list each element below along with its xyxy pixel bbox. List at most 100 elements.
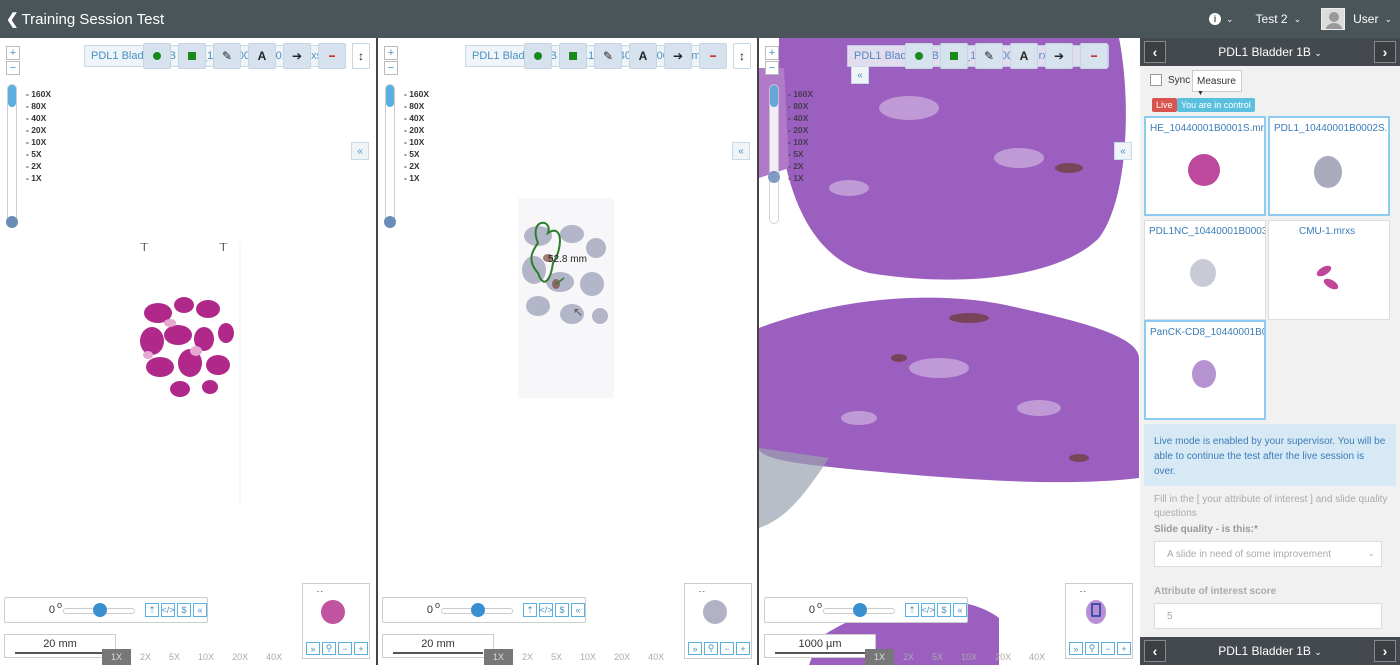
slide-card[interactable]: PDL1NC_10440001B0003S.mrxs <box>1144 220 1266 320</box>
zoom-out-button[interactable]: − <box>384 61 398 75</box>
minus-icon[interactable]: − <box>720 642 734 655</box>
zoom-5x-button[interactable]: 5X <box>542 649 571 665</box>
collapse-icon[interactable]: « <box>193 603 207 617</box>
expand-navigator-icon[interactable]: » <box>688 642 702 655</box>
plus-icon[interactable]: + <box>736 642 750 655</box>
collapse-icon[interactable]: « <box>571 603 585 617</box>
zoom-40x-button[interactable]: 40X <box>257 649 291 665</box>
navigator-thumbnail[interactable]: - - » ⚲ − + <box>1065 583 1133 659</box>
expand-icon[interactable]: ↕ <box>733 43 751 69</box>
zoom-10x-button[interactable]: 10X <box>571 649 605 665</box>
measure-dropdown[interactable]: Measure ▼ <box>1192 70 1242 97</box>
minus-icon[interactable]: − <box>1101 642 1115 655</box>
code-icon[interactable]: </> <box>539 603 553 617</box>
rotation-slider-handle[interactable] <box>853 603 867 617</box>
zoom-slider[interactable] <box>6 84 18 228</box>
zoom-in-button[interactable]: + <box>6 46 20 60</box>
dollar-icon[interactable]: $ <box>177 603 191 617</box>
text-tool-icon[interactable]: A <box>248 43 276 69</box>
slide-card[interactable]: HE_10440001B0001S.mrxs <box>1144 116 1266 216</box>
freehand-tool-icon[interactable]: ✎ <box>213 43 241 69</box>
text-tool-icon[interactable]: A <box>1010 43 1038 69</box>
freehand-tool-icon[interactable]: ✎ <box>594 43 622 69</box>
collapse-toolbar-icon[interactable]: « <box>351 142 369 160</box>
zoom-slider-handle[interactable] <box>768 171 780 183</box>
delete-tool-icon[interactable]: − <box>1080 43 1108 69</box>
pin-icon[interactable]: ⚲ <box>322 642 336 655</box>
expand-navigator-icon[interactable]: » <box>1069 642 1083 655</box>
rotation-slider-handle[interactable] <box>93 603 107 617</box>
zoom-in-button[interactable]: + <box>765 46 779 60</box>
case-selector[interactable]: PDL1 Bladder 1B ⌄ <box>1140 45 1400 59</box>
sync-checkbox[interactable] <box>1150 74 1162 86</box>
zoom-5x-button[interactable]: 5X <box>160 649 189 665</box>
zoom-1x-button[interactable]: 1X <box>484 649 514 665</box>
zoom-10x-button[interactable]: 10X <box>189 649 223 665</box>
zoom-slider[interactable] <box>384 84 396 228</box>
zoom-20x-button[interactable]: 20X <box>605 649 639 665</box>
zoom-out-button[interactable]: − <box>6 61 20 75</box>
case-selector[interactable]: PDL1 Bladder 1B ⌄ <box>1140 644 1400 658</box>
upload-icon[interactable]: ⇡ <box>905 603 919 617</box>
zoom-1x-button[interactable]: 1X <box>865 649 895 665</box>
zoom-slider-handle[interactable] <box>384 216 396 228</box>
chevron-down-icon[interactable]: ⌄ <box>1384 14 1392 25</box>
delete-tool-icon[interactable]: − <box>318 43 346 69</box>
viewer-3[interactable]: + − PDL1 Bladder 1B - CK_10440001B.mrxs … <box>759 38 1139 665</box>
circle-tool-icon[interactable] <box>524 43 552 69</box>
zoom-2x-button[interactable]: 2X <box>513 649 542 665</box>
zoom-slider-handle[interactable] <box>6 216 18 228</box>
zoom-5x-button[interactable]: 5X <box>923 649 952 665</box>
slide-card[interactable]: CMU-1.mrxs <box>1268 220 1390 320</box>
collapse-toolbar-icon[interactable]: « <box>851 66 869 84</box>
rectangle-tool-icon[interactable] <box>178 43 206 69</box>
freehand-tool-icon[interactable]: ✎ <box>975 43 1003 69</box>
zoom-2x-button[interactable]: 2X <box>894 649 923 665</box>
viewer-1[interactable]: + − PDL1 Bladder 1B - HE_10440001B0001S.… <box>0 38 377 665</box>
code-icon[interactable]: </> <box>161 603 175 617</box>
collapse-icon[interactable]: « <box>953 603 967 617</box>
chevron-down-icon[interactable]: ⌄ <box>1294 14 1302 25</box>
test-selector[interactable]: Test 2 <box>1256 12 1288 26</box>
viewer-2[interactable]: + − PDL1 Bladder 1B - PDL1_10440001B0002… <box>378 38 758 665</box>
attribute-score-input[interactable]: 5 <box>1154 603 1382 629</box>
arrow-tool-icon[interactable]: ➔ <box>664 43 692 69</box>
info-icon[interactable]: i <box>1209 13 1221 25</box>
minus-icon[interactable]: − <box>338 642 352 655</box>
plus-icon[interactable]: + <box>1117 642 1131 655</box>
zoom-20x-button[interactable]: 20X <box>986 649 1020 665</box>
next-case-button[interactable]: › <box>1374 640 1396 662</box>
zoom-10x-button[interactable]: 10X <box>952 649 986 665</box>
pin-icon[interactable]: ⚲ <box>704 642 718 655</box>
slide-card[interactable]: PanCK-CD8_10440001B0004S.mrxs <box>1144 320 1266 420</box>
chevron-down-icon[interactable]: ⌄ <box>1226 14 1234 25</box>
rectangle-tool-icon[interactable] <box>940 43 968 69</box>
arrow-tool-icon[interactable]: ➔ <box>1045 43 1073 69</box>
circle-tool-icon[interactable] <box>143 43 171 69</box>
rectangle-tool-icon[interactable] <box>559 43 587 69</box>
expand-icon[interactable]: ↕ <box>352 43 370 69</box>
plus-icon[interactable]: + <box>354 642 368 655</box>
collapse-panel-icon[interactable]: « <box>1114 142 1132 160</box>
dollar-icon[interactable]: $ <box>937 603 951 617</box>
zoom-out-button[interactable]: − <box>765 61 779 75</box>
text-tool-icon[interactable]: A <box>629 43 657 69</box>
collapse-toolbar-icon[interactable]: « <box>732 142 750 160</box>
zoom-2x-button[interactable]: 2X <box>131 649 160 665</box>
zoom-in-button[interactable]: + <box>384 46 398 60</box>
avatar[interactable] <box>1321 8 1346 30</box>
zoom-slider[interactable] <box>768 84 780 224</box>
user-menu[interactable]: User <box>1353 12 1378 26</box>
navigator-thumbnail[interactable]: - - » ⚲ − + <box>302 583 370 659</box>
rotation-slider-handle[interactable] <box>471 603 485 617</box>
zoom-40x-button[interactable]: 40X <box>639 649 673 665</box>
navigator-thumbnail[interactable]: - - » ⚲ − + <box>684 583 752 659</box>
measurement-annotation[interactable]: 52.8 mm <box>548 254 587 265</box>
circle-tool-icon[interactable] <box>905 43 933 69</box>
code-icon[interactable]: </> <box>921 603 935 617</box>
back-title[interactable]: ❮ Training Session Test <box>6 10 164 28</box>
upload-icon[interactable]: ⇡ <box>523 603 537 617</box>
upload-icon[interactable]: ⇡ <box>145 603 159 617</box>
delete-tool-icon[interactable]: − <box>699 43 727 69</box>
next-case-button[interactable]: › <box>1374 41 1396 63</box>
